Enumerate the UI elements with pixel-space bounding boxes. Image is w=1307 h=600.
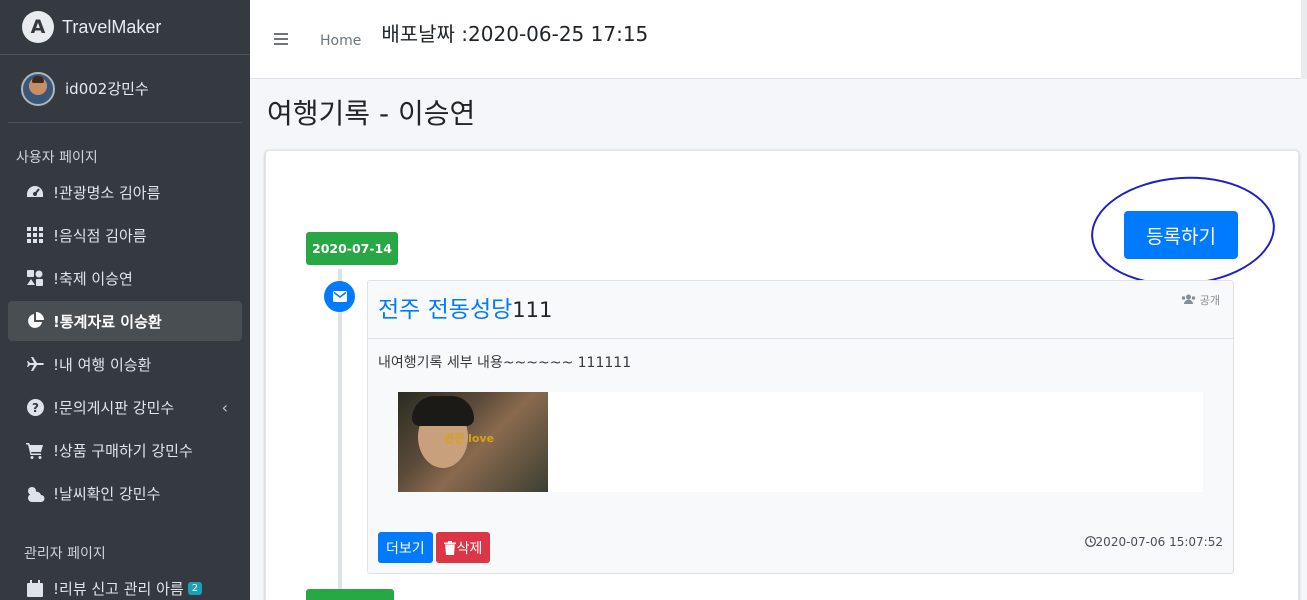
sidebar-item-label: !관광명소 김아름 xyxy=(53,183,161,202)
sidebar: A TravelMaker id002강민수 사용자 페이지 !관광명소 김아름… xyxy=(0,0,250,600)
sidebar-item-statistics[interactable]: !통계자료 이승환 xyxy=(8,301,242,341)
timeline-item-media: 완전 love xyxy=(398,392,1203,492)
timeline-item-header: 전주 전동성당111 공개 xyxy=(368,281,1233,339)
timeline-item-timestamp: 2020-07-06 15:07:52 xyxy=(1084,535,1223,549)
more-button[interactable]: 더보기 xyxy=(378,532,433,563)
top-navbar: Home 배포날짜 :2020-06-25 17:15 xyxy=(250,0,1307,79)
visibility-label: 공개 xyxy=(1199,294,1220,307)
timestamp-text: 2020-07-06 15:07:52 xyxy=(1095,535,1223,549)
nav-header-user: 사용자 페이지 xyxy=(16,150,98,166)
users-icon xyxy=(1181,294,1196,307)
timeline-item-title: 전주 전동성당111 xyxy=(378,290,552,324)
sidebar-item-label: !축제 이승연 xyxy=(53,269,133,288)
sidebar-item-shop[interactable]: !상품 구매하기 강민수 xyxy=(8,430,242,470)
menu-toggle-icon[interactable] xyxy=(274,33,288,45)
main-card: 등록하기 2020-07-14 전주 전동성당111 공개 내여행기록 세부 내… xyxy=(265,150,1299,600)
festival-icon xyxy=(24,267,46,289)
grid-icon xyxy=(24,224,46,246)
sidebar-item-label: !날씨확인 강민수 xyxy=(53,484,161,503)
user-panel[interactable]: id002강민수 xyxy=(8,55,242,123)
timeline-item-title-suffix: 111 xyxy=(512,298,553,322)
timeline-item-actions: 더보기 삭제 xyxy=(378,532,491,563)
sidebar-item-qna[interactable]: ? !문의게시판 강민수 ‹ xyxy=(8,387,242,427)
sidebar-item-restaurants[interactable]: !음식점 김아름 xyxy=(8,215,242,255)
timeline-line xyxy=(338,269,342,600)
tachometer-icon xyxy=(24,181,46,203)
count-badge: 2 xyxy=(187,581,203,595)
timeline-item-title-link[interactable]: 전주 전동성당 xyxy=(378,297,512,323)
sidebar-item-attractions[interactable]: !관광명소 김아름 xyxy=(8,172,242,212)
weather-icon xyxy=(24,482,46,504)
brand-name: TravelMaker xyxy=(62,16,162,37)
calendar-icon xyxy=(24,577,46,599)
delete-button[interactable]: 삭제 xyxy=(435,532,491,563)
envelope-icon xyxy=(324,281,355,312)
avatar xyxy=(21,71,55,106)
clock-icon xyxy=(1084,536,1096,547)
timeline-date-label: 2020-07-14 xyxy=(306,232,398,265)
nav-header-admin: 관리자 페이지 xyxy=(24,546,106,562)
sidebar-item-review-report[interactable]: !리뷰 신고 관리 아름 2 xyxy=(8,568,242,600)
plane-icon xyxy=(24,353,46,375)
visibility-status: 공개 xyxy=(1181,292,1220,308)
sidebar-item-label: !문의게시판 강민수 xyxy=(53,398,175,417)
sidebar-item-label: !리뷰 신고 관리 아름 xyxy=(53,579,184,598)
question-icon: ? xyxy=(24,396,46,418)
delete-button-label: 삭제 xyxy=(456,539,483,556)
page-title: 여행기록 - 이승연 xyxy=(267,97,476,130)
sidebar-item-label: !내 여행 이승환 xyxy=(53,355,152,374)
chevron-left-icon[interactable]: ‹ xyxy=(222,398,228,417)
deploy-date: 배포날짜 :2020-06-25 17:15 xyxy=(381,21,649,46)
home-link[interactable]: Home xyxy=(320,33,361,49)
brand-logo-icon: A xyxy=(22,11,54,43)
timeline-item: 전주 전동성당111 공개 내여행기록 세부 내용~~~~~~ 111111 완… xyxy=(367,280,1234,574)
timeline-item-body: 내여행기록 세부 내용~~~~~~ 111111 xyxy=(378,355,632,371)
pie-chart-icon xyxy=(24,310,46,332)
user-name: id002강민수 xyxy=(65,80,149,98)
trash-icon xyxy=(443,540,456,555)
svg-text:?: ? xyxy=(32,401,39,415)
cart-icon xyxy=(24,439,46,461)
travel-photo[interactable]: 완전 love xyxy=(398,392,548,492)
photo-caption: 완전 love xyxy=(444,432,495,445)
sidebar-item-label: !음식점 김아름 xyxy=(53,226,147,245)
scrollbar[interactable] xyxy=(1301,0,1307,79)
sidebar-item-label: !상품 구매하기 강민수 xyxy=(53,441,193,460)
register-button[interactable]: 등록하기 xyxy=(1124,211,1238,259)
timeline-date-label-next xyxy=(306,589,394,600)
sidebar-item-festival[interactable]: !축제 이승연 xyxy=(8,258,242,298)
sidebar-item-weather[interactable]: !날씨확인 강민수 xyxy=(8,473,242,513)
brand-link[interactable]: A TravelMaker xyxy=(0,0,250,55)
sidebar-item-my-trip[interactable]: !내 여행 이승환 xyxy=(8,344,242,384)
sidebar-item-label: !통계자료 이승환 xyxy=(53,312,162,331)
